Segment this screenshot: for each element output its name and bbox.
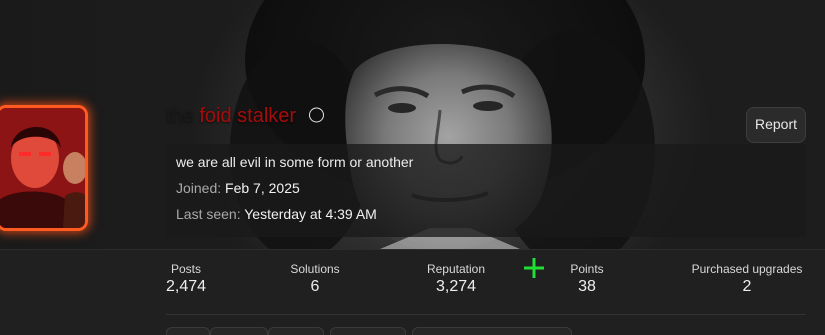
joined-label: Joined: (176, 180, 222, 196)
stat-posts[interactable]: Posts 2,474 (156, 261, 216, 297)
history-icon[interactable] (306, 105, 326, 125)
tab-stub[interactable] (166, 327, 210, 335)
last-seen-value[interactable]: Yesterday at 4:39 AM (244, 206, 377, 222)
stat-value: 3,274 (435, 278, 477, 295)
stats-divider (166, 314, 806, 315)
stat-value: 2,474 (165, 278, 207, 295)
stats-bar: Posts 2,474 Solutions 6 Reputation 3,274… (0, 249, 825, 335)
profile-page: the foid stalker Report we are all evil … (0, 0, 825, 335)
stat-value: 6 (310, 278, 320, 295)
custom-title: we are all evil in some form or another (176, 154, 414, 170)
avatar[interactable] (0, 105, 88, 231)
profile-info-box: we are all evil in some form or another … (166, 144, 806, 237)
stat-value: 2 (742, 278, 752, 295)
username: the foid stalker (166, 104, 326, 128)
stat-purchased-upgrades[interactable]: Purchased upgrades 2 (682, 261, 812, 297)
tab-stub[interactable] (412, 327, 572, 335)
report-button[interactable]: Report (746, 107, 806, 143)
stat-label: Reputation (426, 262, 486, 276)
joined-row: Joined: Feb 7, 2025 (176, 179, 300, 197)
stat-label: Posts (170, 262, 201, 276)
username-highlight: foid stalker (199, 105, 297, 127)
stat-label: Points (570, 262, 604, 276)
joined-date: Feb 7, 2025 (225, 180, 300, 196)
last-seen-row: Last seen: Yesterday at 4:39 AM (176, 205, 377, 223)
stat-reputation[interactable]: Reputation 3,274 (416, 261, 496, 297)
avatar-image (0, 108, 85, 228)
username-prefix: the (166, 105, 194, 127)
last-seen-label: Last seen: (176, 206, 241, 222)
tab-stub[interactable] (268, 327, 324, 335)
stat-points[interactable]: Points 38 (562, 261, 612, 297)
stat-value: 38 (578, 278, 596, 295)
stat-label: Purchased upgrades (691, 262, 803, 276)
tab-stub[interactable] (210, 327, 268, 335)
tab-stub[interactable] (330, 327, 406, 335)
stat-solutions[interactable]: Solutions 6 (280, 261, 350, 297)
stat-label: Solutions (290, 262, 340, 276)
plus-icon[interactable] (522, 256, 546, 280)
